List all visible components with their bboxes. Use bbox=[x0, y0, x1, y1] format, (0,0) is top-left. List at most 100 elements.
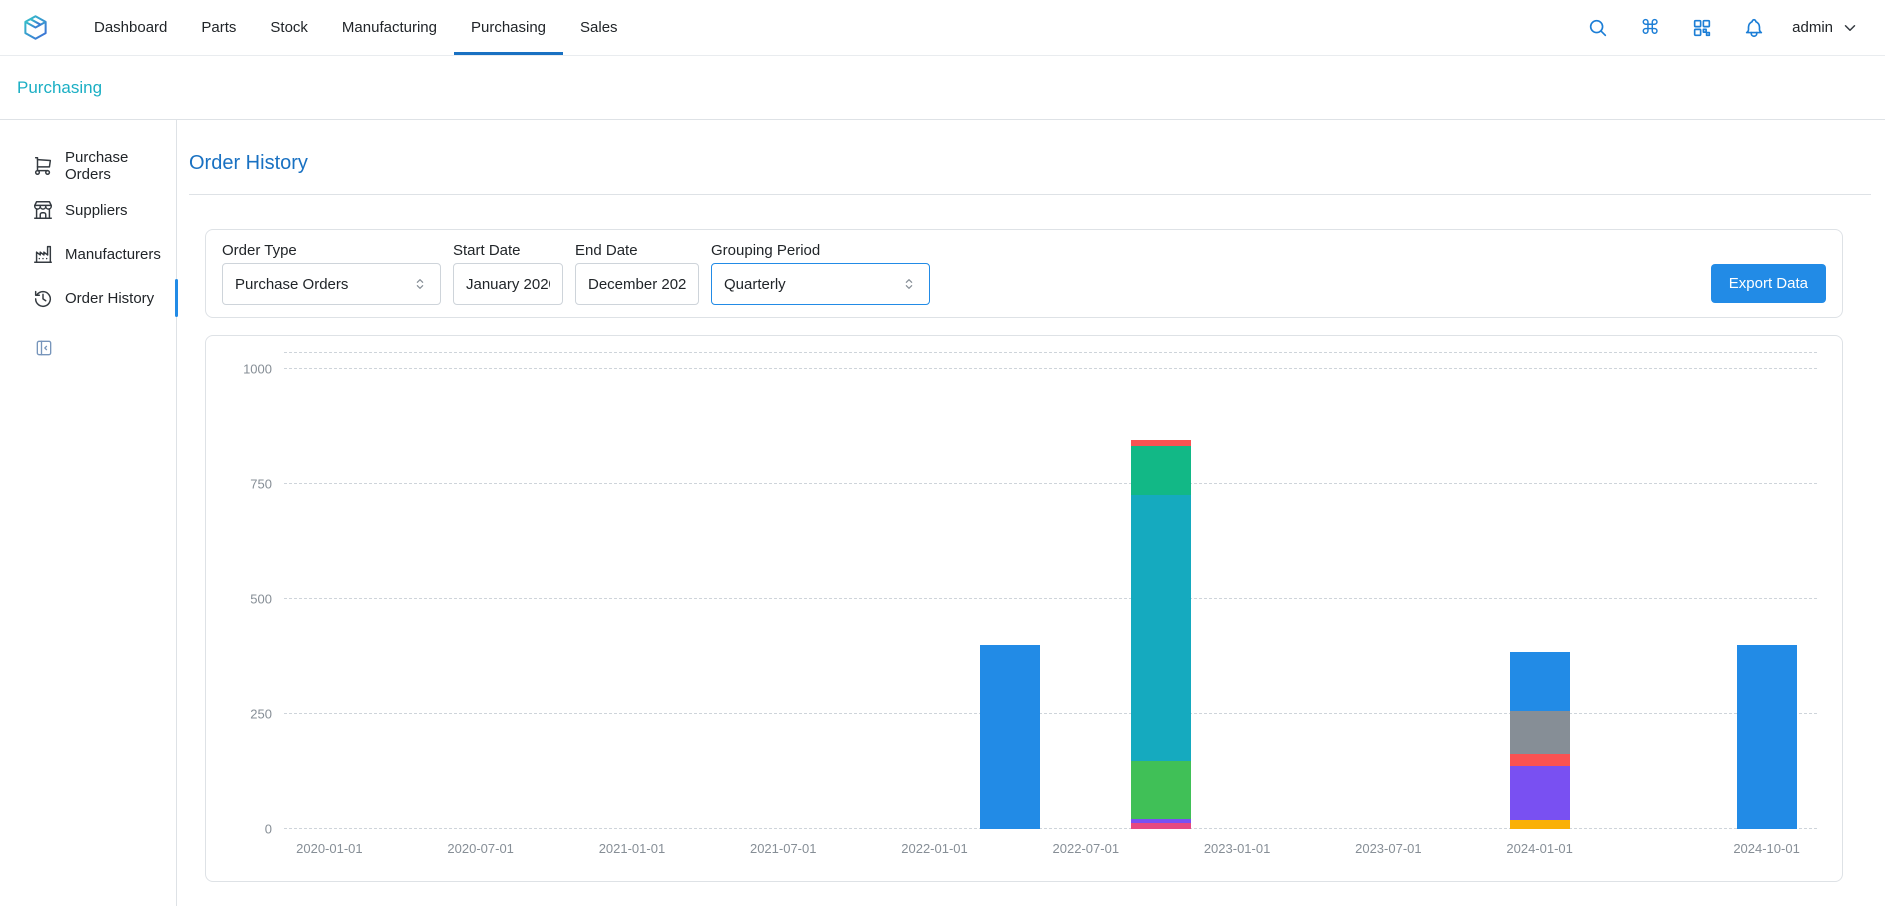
x-axis-tick-label: 2020-01-01 bbox=[296, 841, 363, 856]
x-axis-tick-label: 2024-10-01 bbox=[1733, 841, 1800, 856]
tab-label: Manufacturing bbox=[342, 19, 437, 36]
main-panel: Order History Order Type Purchase Orders… bbox=[177, 120, 1885, 906]
bar-segment bbox=[1510, 754, 1570, 766]
chart-gridline bbox=[284, 483, 1817, 484]
x-axis-tick-label: 2021-07-01 bbox=[750, 841, 817, 856]
x-axis-tick-label: 2020-07-01 bbox=[447, 841, 514, 856]
bar-segment bbox=[1510, 766, 1570, 820]
grouping-period-label: Grouping Period bbox=[711, 242, 930, 259]
grouping-period-select[interactable]: Quarterly bbox=[711, 263, 930, 305]
tab-label: Dashboard bbox=[94, 19, 167, 36]
x-axis-tick-label: 2023-07-01 bbox=[1355, 841, 1422, 856]
sidebar-item-label: Manufacturers bbox=[65, 246, 161, 263]
bar-segment bbox=[980, 645, 1040, 829]
bar-segment bbox=[1131, 823, 1191, 829]
breadcrumb-bar: Purchasing bbox=[0, 56, 1885, 120]
sidebar-item-label: Order History bbox=[65, 290, 154, 307]
y-axis-tick-label: 0 bbox=[265, 822, 272, 837]
tab-label: Parts bbox=[201, 19, 236, 36]
x-axis-tick-label: 2022-07-01 bbox=[1053, 841, 1120, 856]
sidebar-item-order-history[interactable]: Order History bbox=[0, 276, 176, 320]
chart-bar[interactable] bbox=[1737, 353, 1797, 829]
history-clock-icon bbox=[32, 287, 54, 309]
collapse-sidebar-icon bbox=[34, 338, 54, 358]
sidebar-item-purchase-orders[interactable]: Purchase Orders bbox=[0, 144, 176, 188]
select-chevrons-icon bbox=[901, 276, 917, 292]
filter-card: Order Type Purchase Orders Start Date En… bbox=[205, 229, 1843, 318]
building-store-icon bbox=[32, 199, 54, 221]
search-button[interactable] bbox=[1584, 14, 1612, 42]
select-chevrons-icon bbox=[412, 276, 428, 292]
tab-label: Stock bbox=[270, 19, 308, 36]
navbar-actions: ⌘ admin bbox=[1584, 0, 1859, 55]
sidebar-item-suppliers[interactable]: Suppliers bbox=[0, 188, 176, 232]
content-area: Purchase Orders Suppliers Manufa bbox=[0, 120, 1885, 906]
y-axis-tick-label: 250 bbox=[250, 707, 272, 722]
username: admin bbox=[1792, 19, 1833, 36]
app-window: Dashboard Parts Stock Manufacturing Purc… bbox=[0, 0, 1885, 906]
end-date-input[interactable] bbox=[575, 263, 699, 305]
end-date-label: End Date bbox=[575, 242, 699, 259]
tab-sales[interactable]: Sales bbox=[563, 0, 635, 55]
sidebar-item-manufacturers[interactable]: Manufacturers bbox=[0, 232, 176, 276]
grouping-period-field: Grouping Period Quarterly bbox=[711, 242, 930, 305]
bar-segment bbox=[1510, 711, 1570, 753]
breadcrumb[interactable]: Purchasing bbox=[17, 78, 102, 98]
sidebar-collapse-button[interactable] bbox=[34, 338, 54, 361]
order-type-select[interactable]: Purchase Orders bbox=[222, 263, 441, 305]
tab-dashboard[interactable]: Dashboard bbox=[77, 0, 184, 55]
grouping-period-value: Quarterly bbox=[724, 276, 786, 293]
order-history-chart-card: 0 250 500 750 1000 2020-01-01 2020-07-01 2021-0… bbox=[205, 335, 1843, 882]
user-menu[interactable]: admin bbox=[1792, 19, 1859, 37]
start-date-label: Start Date bbox=[453, 242, 563, 259]
chart-gridline bbox=[284, 368, 1817, 369]
x-axis-tick-label: 2022-01-01 bbox=[901, 841, 968, 856]
notifications-button[interactable] bbox=[1740, 14, 1768, 42]
y-axis-tick-label: 750 bbox=[250, 477, 272, 492]
x-axis-tick-label: 2023-01-01 bbox=[1204, 841, 1271, 856]
chart-gridline bbox=[284, 598, 1817, 599]
tab-label: Sales bbox=[580, 19, 618, 36]
chart-bar[interactable] bbox=[1131, 353, 1191, 829]
bar-segment bbox=[1131, 495, 1191, 762]
chart-bar[interactable] bbox=[1510, 353, 1570, 829]
chart-gridline bbox=[284, 713, 1817, 714]
x-axis-tick-label: 2024-01-01 bbox=[1506, 841, 1573, 856]
tab-label: Purchasing bbox=[471, 19, 546, 36]
spotlight-button[interactable]: ⌘ bbox=[1636, 14, 1664, 42]
qr-scan-icon bbox=[1691, 17, 1713, 39]
bar-segment bbox=[1510, 820, 1570, 829]
start-date-field: Start Date bbox=[453, 242, 563, 305]
end-date-field: End Date bbox=[575, 242, 699, 305]
y-axis-tick-label: 1000 bbox=[243, 362, 272, 377]
order-type-field: Order Type Purchase Orders bbox=[222, 242, 441, 305]
bar-segment bbox=[1131, 761, 1191, 818]
page-title: Order History bbox=[189, 152, 1871, 175]
tab-stock[interactable]: Stock bbox=[253, 0, 325, 55]
order-type-value: Purchase Orders bbox=[235, 276, 348, 293]
factory-icon bbox=[32, 243, 54, 265]
shopping-cart-icon bbox=[32, 155, 54, 177]
chart-gridline bbox=[284, 828, 1817, 829]
search-icon bbox=[1587, 17, 1609, 39]
export-data-button[interactable]: Export Data bbox=[1711, 264, 1826, 303]
command-icon: ⌘ bbox=[1640, 18, 1660, 38]
x-axis-tick-label: 2021-01-01 bbox=[599, 841, 666, 856]
sidebar: Purchase Orders Suppliers Manufa bbox=[0, 120, 177, 906]
chart-bar[interactable] bbox=[980, 353, 1040, 829]
top-navbar: Dashboard Parts Stock Manufacturing Purc… bbox=[0, 0, 1885, 56]
sidebar-item-label: Purchase Orders bbox=[65, 149, 176, 183]
scan-button[interactable] bbox=[1688, 14, 1716, 42]
chevron-down-icon bbox=[1841, 19, 1859, 37]
title-divider bbox=[189, 194, 1871, 195]
y-axis-tick-label: 500 bbox=[250, 592, 272, 607]
order-type-label: Order Type bbox=[222, 242, 441, 259]
tab-manufacturing[interactable]: Manufacturing bbox=[325, 0, 454, 55]
tab-purchasing[interactable]: Purchasing bbox=[454, 0, 563, 55]
tab-parts[interactable]: Parts bbox=[184, 0, 253, 55]
inventree-logo-icon bbox=[22, 14, 49, 41]
bar-segment bbox=[1737, 645, 1797, 829]
plot-area: 025050075010002020-01-012020-07-012021-0… bbox=[284, 352, 1817, 829]
sidebar-item-label: Suppliers bbox=[65, 202, 128, 219]
start-date-input[interactable] bbox=[453, 263, 563, 305]
